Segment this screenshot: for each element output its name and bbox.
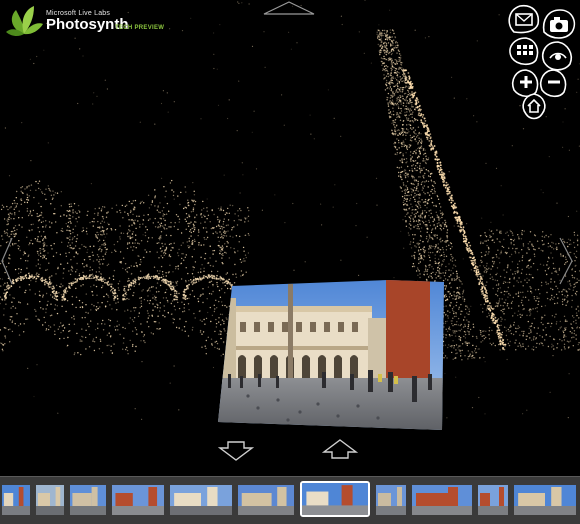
photosynth-logo: Microsoft Live Labs Photosynth TECH PREV…	[6, 4, 166, 38]
brand-tag: TECH PREVIEW	[115, 25, 165, 31]
filmstrip-thumbnail[interactable]	[2, 485, 30, 515]
nav-right-icon[interactable]	[556, 236, 576, 286]
nav-left-icon[interactable]	[0, 236, 14, 286]
filmstrip-thumbnail[interactable]	[376, 485, 406, 515]
filmstrip-thumbnail[interactable]	[412, 485, 472, 515]
filmstrip-thumbnail-selected[interactable]	[300, 481, 370, 517]
control-cluster	[508, 4, 576, 120]
eye-icon[interactable]	[542, 41, 573, 71]
current-photo[interactable]	[218, 278, 444, 430]
camera-icon[interactable]	[542, 9, 576, 39]
filmstrip-thumbnail[interactable]	[478, 485, 508, 515]
grid-icon[interactable]	[509, 37, 539, 66]
envelope-icon[interactable]	[508, 4, 540, 34]
filmstrip-thumbnail[interactable]	[238, 485, 294, 515]
leaf-logo-icon	[6, 6, 43, 37]
filmstrip-thumbnail[interactable]	[36, 485, 64, 515]
filmstrip-thumbnail[interactable]	[70, 485, 106, 515]
nav-forward-icon[interactable]	[322, 438, 358, 460]
zoom-out-icon[interactable]	[539, 69, 567, 98]
filmstrip	[0, 476, 580, 524]
nav-up-icon[interactable]	[262, 0, 316, 16]
filmstrip-thumbnail[interactable]	[112, 485, 164, 515]
filmstrip-thumbnail[interactable]	[170, 485, 232, 515]
nav-back-icon[interactable]	[218, 440, 254, 462]
photosynth-viewer[interactable]: Microsoft Live Labs Photosynth TECH PREV…	[0, 0, 580, 524]
home-icon[interactable]	[522, 93, 546, 120]
zoom-in-icon[interactable]	[511, 69, 539, 98]
filmstrip-thumbnail[interactable]	[514, 485, 576, 515]
